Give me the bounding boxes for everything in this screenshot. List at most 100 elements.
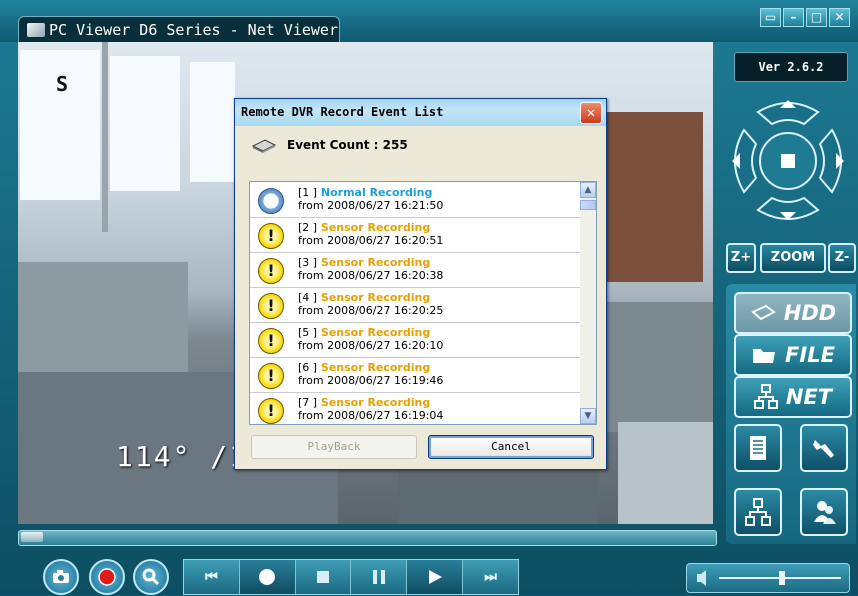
list-item[interactable]: ! [5 ] Sensor Recording from 2008/06/27 16… bbox=[250, 322, 580, 358]
search-button[interactable] bbox=[133, 559, 169, 595]
office-window bbox=[190, 62, 235, 182]
scroll-down-button[interactable]: ▼ bbox=[580, 408, 596, 424]
volume-slider[interactable] bbox=[686, 563, 850, 593]
network-icon bbox=[745, 498, 771, 526]
scroll-thumb[interactable] bbox=[580, 200, 596, 210]
event-index: [3 ] bbox=[298, 256, 318, 269]
restore-icon[interactable]: ▭ bbox=[760, 8, 781, 27]
grid-icon bbox=[781, 154, 795, 168]
document-icon bbox=[750, 436, 766, 460]
office-window bbox=[110, 56, 180, 191]
settings-button[interactable] bbox=[800, 424, 848, 472]
playback-toolbar: ⏮ ⏭ bbox=[183, 559, 519, 595]
ptz-dpad bbox=[732, 100, 844, 220]
event-type: Sensor Recording bbox=[317, 291, 431, 304]
pause-button[interactable] bbox=[351, 560, 408, 594]
event-list[interactable]: ! [7 ] Sensor Recording from 2008/06/27 16… bbox=[249, 181, 597, 425]
event-index: [7 ] bbox=[298, 396, 318, 409]
record-icon bbox=[98, 568, 116, 586]
osd-timestamp: 114° /1 bbox=[116, 440, 249, 473]
warning-icon: ! bbox=[258, 223, 284, 249]
timeline-slider[interactable] bbox=[18, 530, 717, 546]
event-index: [2 ] bbox=[298, 221, 318, 234]
camera-icon bbox=[53, 570, 69, 583]
function-panel: HDD FILE NET bbox=[726, 284, 856, 544]
warning-icon: ! bbox=[258, 293, 284, 319]
zoom-out-button[interactable]: Z- bbox=[828, 243, 856, 273]
playback-button[interactable]: PlayBack bbox=[251, 435, 417, 459]
list-item[interactable]: [1 ] Normal Recording from 2008/06/27 16:… bbox=[250, 182, 580, 218]
play-button[interactable] bbox=[407, 560, 464, 594]
warning-icon: ! bbox=[258, 258, 284, 284]
dialog-title-bar: Remote DVR Record Event List ✕ bbox=[235, 99, 606, 126]
list-scrollbar[interactable]: ▲ ▼ bbox=[580, 182, 596, 424]
event-title: [4 ] Sensor Recording bbox=[298, 291, 430, 304]
rewind-button[interactable]: ⏮ bbox=[184, 560, 240, 594]
hdd-label: HDD bbox=[783, 301, 837, 325]
list-item[interactable]: ! [6 ] Sensor Recording from 2008/06/27 16… bbox=[250, 357, 580, 393]
fast-forward-button[interactable]: ⏭ bbox=[463, 560, 518, 594]
skip-back-icon: ⏮ bbox=[205, 569, 218, 585]
search-icon bbox=[142, 568, 160, 586]
zoom-controls: Z+ ZOOM Z- bbox=[724, 243, 856, 273]
event-title: [7 ] Sensor Recording bbox=[298, 396, 430, 409]
event-title: [6 ] Sensor Recording bbox=[298, 361, 430, 374]
cancel-button[interactable]: Cancel bbox=[428, 435, 594, 459]
app-window: PC Viewer D6 Series - Net Viewer ▭ – □ ✕… bbox=[0, 0, 858, 595]
list-item[interactable]: ! [3 ] Sensor Recording from 2008/06/27 16… bbox=[250, 252, 580, 288]
minimize-icon[interactable]: – bbox=[783, 8, 804, 27]
event-type: Normal Recording bbox=[317, 186, 433, 199]
window-title: PC Viewer D6 Series - Net Viewer bbox=[49, 21, 338, 39]
stop-button[interactable] bbox=[296, 560, 352, 594]
record-button[interactable] bbox=[89, 559, 125, 595]
pause-icon bbox=[372, 570, 385, 584]
list-item[interactable]: ! [2 ] Sensor Recording from 2008/06/27 16… bbox=[250, 217, 580, 253]
dialog-title: Remote DVR Record Event List bbox=[241, 105, 444, 119]
event-title: [1 ] Normal Recording bbox=[298, 186, 432, 199]
event-title: [2 ] Sensor Recording bbox=[298, 221, 430, 234]
title-bar: PC Viewer D6 Series - Net Viewer ▭ – □ ✕ bbox=[0, 0, 858, 43]
user-button[interactable] bbox=[800, 488, 848, 536]
hdd-button[interactable]: HDD bbox=[734, 292, 852, 334]
close-icon[interactable]: ✕ bbox=[829, 8, 850, 27]
app-icon bbox=[27, 23, 45, 37]
maximize-icon[interactable]: □ bbox=[806, 8, 827, 27]
event-time: from 2008/06/27 16:20:51 bbox=[298, 234, 444, 247]
clock-icon bbox=[258, 188, 284, 214]
log-button[interactable] bbox=[734, 424, 782, 472]
event-type: Sensor Recording bbox=[317, 396, 431, 409]
warning-icon: ! bbox=[258, 363, 284, 389]
stop-icon bbox=[317, 571, 330, 583]
warning-icon: ! bbox=[258, 328, 284, 354]
zoom-in-button[interactable]: Z+ bbox=[726, 243, 756, 273]
scroll-up-button[interactable]: ▲ bbox=[580, 182, 596, 198]
dialog-close-button[interactable]: ✕ bbox=[580, 102, 602, 124]
net-label: NET bbox=[785, 385, 833, 409]
file-button[interactable]: FILE bbox=[734, 334, 852, 376]
event-index: [1 ] bbox=[298, 186, 318, 199]
event-time: from 2008/06/27 16:20:10 bbox=[298, 339, 444, 352]
window-title-tab: PC Viewer D6 Series - Net Viewer bbox=[18, 16, 340, 43]
event-title: [3 ] Sensor Recording bbox=[298, 256, 430, 269]
event-index: [5 ] bbox=[298, 326, 318, 339]
snapshot-button[interactable] bbox=[43, 559, 79, 595]
event-time: from 2008/06/27 16:20:38 bbox=[298, 269, 444, 282]
record-play-button[interactable] bbox=[239, 560, 296, 594]
network-setup-button[interactable] bbox=[734, 488, 782, 536]
list-item[interactable]: ! [4 ] Sensor Recording from 2008/06/27 16… bbox=[250, 287, 580, 323]
event-time: from 2008/06/27 16:19:46 bbox=[298, 374, 444, 387]
osd-channel: S bbox=[56, 72, 69, 96]
net-button[interactable]: NET bbox=[734, 376, 852, 418]
list-item[interactable]: ! [7 ] Sensor Recording from 2008/06/27 16… bbox=[250, 392, 580, 424]
warning-icon: ! bbox=[258, 398, 284, 424]
hdd-icon bbox=[251, 139, 277, 153]
volume-track bbox=[697, 570, 841, 586]
floor bbox=[618, 422, 713, 524]
event-time: from 2008/06/27 16:20:25 bbox=[298, 304, 444, 317]
file-label: FILE bbox=[785, 343, 835, 367]
timeline-knob[interactable] bbox=[21, 532, 43, 542]
event-type: Sensor Recording bbox=[317, 256, 431, 269]
event-count: Event Count : 255 bbox=[251, 137, 408, 153]
window-controls: ▭ – □ ✕ bbox=[760, 8, 850, 27]
wrench-icon bbox=[813, 440, 834, 458]
